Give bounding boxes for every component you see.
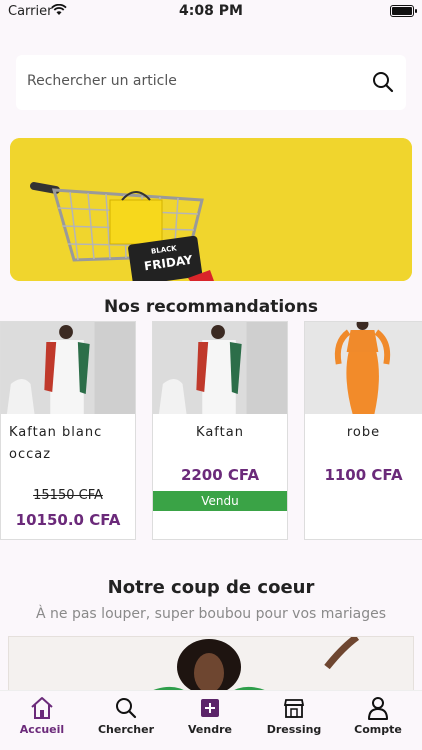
promo-banner[interactable]: BLACK FRIDAY [10, 138, 412, 281]
store-icon [283, 699, 305, 718]
product-image [305, 322, 422, 414]
tab-label: Accueil [19, 723, 65, 736]
tab-vendre[interactable]: Vendre [168, 695, 252, 736]
product-price: 1100 CFA [324, 466, 403, 484]
recommendations-title: Nos recommandations [103, 297, 319, 317]
product-image [153, 322, 287, 414]
tab-label: Dressing [266, 723, 322, 736]
search-input[interactable]: Rechercher un article [27, 73, 177, 89]
coup-de-coeur-image[interactable] [8, 636, 414, 696]
featured-image [9, 637, 413, 695]
tab-label: Compte [354, 723, 402, 736]
product-name: Kaftan [196, 425, 244, 440]
clock: 4:08 PM [179, 3, 243, 19]
search-bar[interactable]: Rechercher un article [16, 55, 406, 110]
product-price: 2200 CFA [180, 466, 260, 484]
search-icon [116, 698, 137, 719]
user-icon [368, 697, 388, 720]
tab-accueil[interactable]: Accueil [0, 695, 84, 736]
product-card[interactable]: Kaftan blanc occaz 15150 CFA 10150.0 CFA [0, 321, 136, 540]
shopping-cart-illustration [10, 138, 412, 281]
search-icon[interactable] [372, 71, 394, 93]
tab-bar: Accueil Chercher Vendre Dressing Compte [0, 690, 422, 750]
product-price: 10150.0 CFA [15, 511, 121, 529]
coup-de-coeur-subtitle: À ne pas louper, super boubou pour vos m… [36, 606, 386, 622]
home-icon [31, 697, 53, 719]
sold-badge: Vendu [153, 491, 287, 511]
product-old-price: 15150 CFA [33, 488, 103, 503]
product-name: Kaftan blanc occaz [9, 425, 103, 462]
add-icon [201, 699, 219, 717]
product-name: robe [346, 425, 381, 440]
status-bar: Carrier 4:08 PM [0, 0, 422, 24]
product-image [1, 322, 135, 414]
tab-compte[interactable]: Compte [336, 695, 420, 736]
product-card[interactable]: robe 1100 CFA [304, 321, 422, 540]
tab-chercher[interactable]: Chercher [84, 695, 168, 736]
tab-label: Chercher [97, 723, 155, 736]
tab-dressing[interactable]: Dressing [252, 695, 336, 736]
product-card[interactable]: Kaftan 2200 CFA Vendu [152, 321, 288, 540]
tab-label: Vendre [188, 723, 232, 736]
coup-de-coeur-title: Notre coup de coeur [107, 577, 315, 598]
battery-icon [390, 5, 417, 17]
